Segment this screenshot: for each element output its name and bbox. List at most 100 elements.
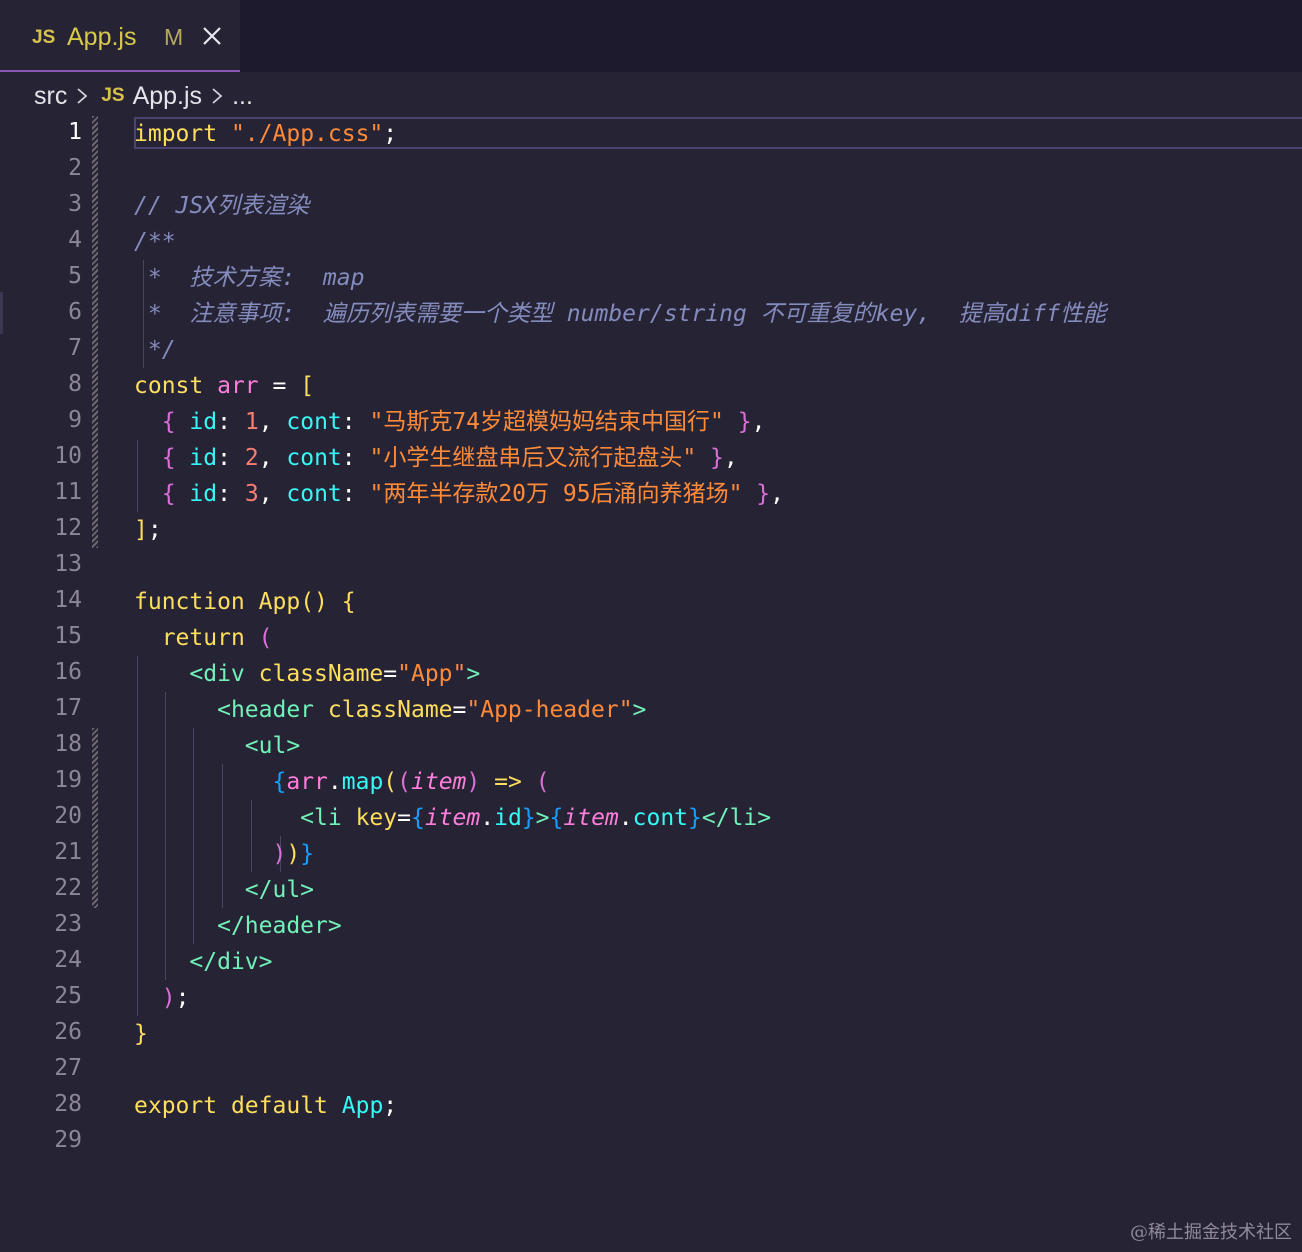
code-line[interactable]: 1 import "./App.css"; bbox=[0, 116, 1302, 152]
code-line[interactable]: 4 /** bbox=[0, 224, 1302, 260]
code-line[interactable]: 7 */ bbox=[0, 332, 1302, 368]
code-text: const arr = [ bbox=[134, 371, 314, 401]
code-line[interactable]: 29 bbox=[0, 1124, 1302, 1160]
code-text: import "./App.css"; bbox=[134, 119, 397, 149]
code-token: = bbox=[383, 661, 398, 687]
line-number: 27 bbox=[54, 1055, 82, 1081]
breadcrumb-folder[interactable]: src bbox=[34, 82, 67, 111]
code-line[interactable]: 17 <header className="App-header"> bbox=[0, 692, 1302, 728]
code-token: <header bbox=[217, 697, 315, 723]
code-token: id bbox=[189, 409, 218, 435]
breadcrumb-file[interactable]: App.js bbox=[133, 82, 202, 111]
code-line[interactable]: 12]; bbox=[0, 512, 1302, 548]
code-token: import bbox=[134, 121, 218, 147]
code-token: = bbox=[397, 805, 411, 831]
line-number: 28 bbox=[54, 1091, 82, 1117]
code-token: */ bbox=[134, 337, 176, 363]
code-token: , bbox=[258, 445, 287, 471]
code-line[interactable]: 18 <ul> bbox=[0, 728, 1302, 764]
code-token: } bbox=[737, 409, 752, 435]
code-line[interactable]: 19 {arr.map((item) => ( bbox=[0, 764, 1302, 800]
code-token: cont bbox=[286, 481, 342, 507]
tab-app-js[interactable]: JS App.js M bbox=[0, 0, 240, 72]
code-text: </header> bbox=[134, 911, 342, 941]
code-line[interactable]: 26} bbox=[0, 1016, 1302, 1052]
code-token: item bbox=[411, 769, 467, 795]
code-token: ; bbox=[383, 1093, 398, 1119]
code-token: ; bbox=[383, 121, 398, 147]
code-token: ) bbox=[161, 985, 176, 1011]
code-line[interactable]: 14 function App() { bbox=[0, 584, 1302, 620]
chevron-right-icon bbox=[212, 88, 223, 104]
code-token: className bbox=[258, 661, 384, 687]
code-token: { bbox=[161, 481, 176, 507]
code-line[interactable]: 16 <div className="App"> bbox=[0, 656, 1302, 692]
code-token: } bbox=[688, 805, 702, 831]
code-line[interactable]: 27 bbox=[0, 1052, 1302, 1088]
line-number: 1 bbox=[68, 119, 82, 145]
line-number: 18 bbox=[54, 731, 82, 757]
code-token: 2 bbox=[244, 445, 259, 471]
code-line[interactable]: 9 { id: 1, cont: "马斯克74岁超模妈妈结束中国行" }, bbox=[0, 404, 1302, 440]
code-token: 3 bbox=[244, 481, 259, 507]
code-line[interactable]: 2 bbox=[0, 152, 1302, 188]
code-text: <div className="App"> bbox=[134, 659, 480, 689]
code-token: ) bbox=[272, 841, 287, 867]
line-number: 17 bbox=[54, 695, 82, 721]
code-line[interactable]: 28 export default App; bbox=[0, 1088, 1302, 1124]
code-line[interactable]: 6 * 注意事项: 遍历列表需要一个类型 number/string 不可重复的… bbox=[0, 296, 1302, 332]
line-number: 3 bbox=[68, 191, 82, 217]
code-token: . bbox=[618, 805, 633, 831]
breadcrumb-symbols[interactable]: ... bbox=[232, 82, 253, 111]
code-line[interactable]: 11 { id: 3, cont: "两年半存款20万 95后涌向养猪场" }, bbox=[0, 476, 1302, 512]
code-editor[interactable]: 1 import "./App.css"; 2 3// JSX列表渲染 4/** 5 * … bbox=[0, 116, 1302, 1176]
line-number: 25 bbox=[54, 983, 82, 1009]
code-line[interactable]: 24 </div> bbox=[0, 944, 1302, 980]
code-token: return bbox=[161, 625, 245, 651]
code-text: {arr.map((item) => ( bbox=[134, 767, 549, 797]
code-line[interactable]: 15 return ( bbox=[0, 620, 1302, 656]
code-token: 1 bbox=[244, 409, 259, 435]
code-token: } bbox=[521, 805, 536, 831]
code-token: ; bbox=[175, 985, 190, 1011]
code-line[interactable]: 21 ))} bbox=[0, 836, 1302, 872]
code-line[interactable]: 10 { id: 2, cont: "小学生继盘串后又流行起盘头" }, bbox=[0, 440, 1302, 476]
code-token: cont bbox=[632, 805, 689, 831]
code-text: <header className="App-header"> bbox=[134, 695, 646, 725]
code-token: [ bbox=[300, 373, 315, 399]
code-token: key bbox=[355, 805, 398, 831]
code-line[interactable]: 13 bbox=[0, 548, 1302, 584]
close-icon[interactable] bbox=[200, 24, 224, 48]
code-token: "./App.css" bbox=[230, 121, 384, 147]
code-text: */ bbox=[134, 335, 176, 365]
code-token: * 技术方案: map bbox=[134, 265, 365, 291]
code-line[interactable]: 25 ); bbox=[0, 980, 1302, 1016]
code-token: : bbox=[341, 481, 370, 507]
code-token: function bbox=[134, 589, 245, 615]
code-line[interactable]: 3 // JSX列表渲染 bbox=[0, 188, 1302, 224]
line-number: 7 bbox=[68, 335, 82, 361]
code-line[interactable]: 8 const arr = [ bbox=[0, 368, 1302, 404]
code-line[interactable]: 5 * 技术方案: map bbox=[0, 260, 1302, 296]
code-line[interactable]: 23 </header> bbox=[0, 908, 1302, 944]
line-number: 14 bbox=[54, 587, 82, 613]
line-number: 16 bbox=[54, 659, 82, 685]
line-number: 29 bbox=[54, 1127, 82, 1153]
code-line[interactable]: 22 </ul> bbox=[0, 872, 1302, 908]
code-line[interactable]: 20 <li key={item.id}>{item.cont}</li> bbox=[0, 800, 1302, 836]
